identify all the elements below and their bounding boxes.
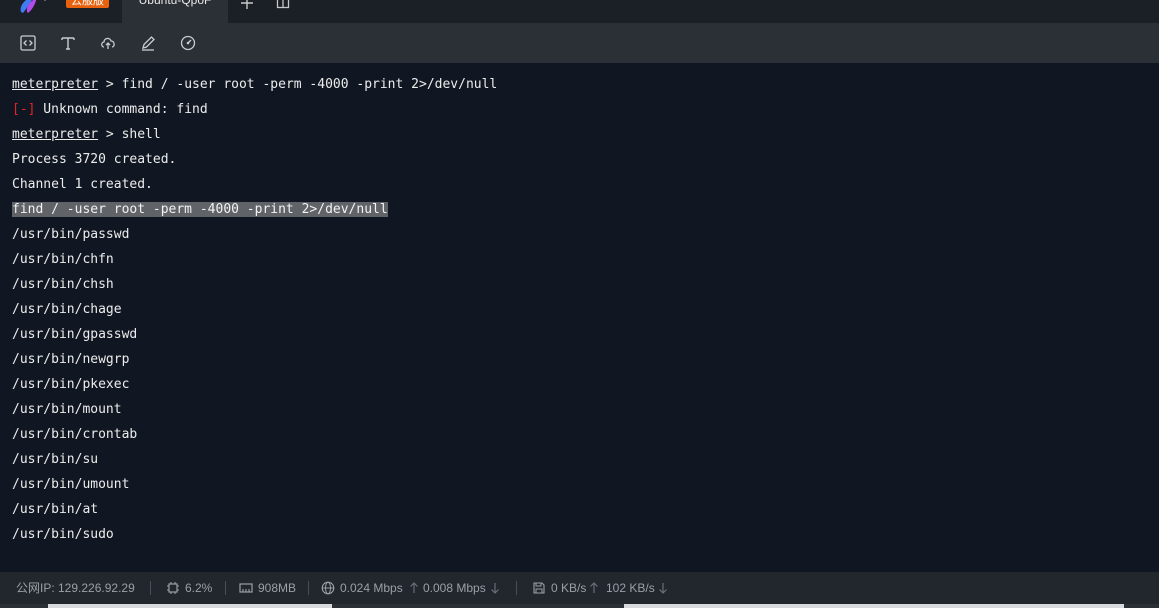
globe-icon	[321, 581, 335, 595]
network-down-text: 0.008 Mbps	[423, 581, 486, 595]
app-logo-icon[interactable]	[17, 0, 39, 14]
tab-ubuntu[interactable]: Ubuntu-QpoF	[122, 0, 228, 23]
terminal-scrollbar[interactable]	[1151, 63, 1159, 572]
code-icon[interactable]	[19, 34, 37, 52]
split-view-icon[interactable]	[276, 0, 290, 9]
arrow-down-icon	[659, 583, 667, 594]
prompt-separator: >	[98, 77, 122, 92]
terminal-line: /usr/bin/chsh	[12, 277, 114, 292]
new-tab-plus-icon[interactable]	[240, 0, 254, 10]
status-divider	[308, 581, 309, 595]
dashboard-icon[interactable]	[179, 34, 197, 52]
edition-badge: 云服版	[66, 0, 109, 8]
bottom-edge	[0, 604, 1159, 608]
status-divider	[516, 581, 517, 595]
toolbar	[0, 23, 1159, 63]
terminal-line: /usr/bin/mount	[12, 402, 122, 417]
terminal-line: meterpreter > find / -user root -perm -4…	[12, 76, 497, 94]
prompt-label: meterpreter	[12, 127, 99, 142]
bottom-edge-highlight	[624, 604, 1124, 608]
public-ip-text: 公网IP: 129.226.92.29	[16, 581, 135, 595]
prompt-separator: >	[98, 127, 122, 142]
status-bar: 公网IP: 129.226.92.29 6.2% 908MB 0.024 Mbp…	[0, 572, 1159, 604]
memory-icon	[239, 583, 253, 593]
terminal-line: /usr/bin/at	[12, 502, 99, 517]
status-divider	[150, 581, 151, 595]
arrow-up-icon	[590, 582, 598, 593]
arrow-down-icon	[491, 583, 499, 594]
terminal-line: Process 3720 created.	[12, 152, 177, 167]
error-tag: [-]	[12, 102, 36, 117]
status-divider	[225, 581, 226, 595]
terminal-line: [-] Unknown command: find	[12, 101, 208, 119]
edit-icon[interactable]	[139, 34, 157, 52]
disk-read-text: 0 KB/s	[551, 581, 587, 595]
arrow-up-icon	[410, 582, 418, 593]
terminal-line: /usr/bin/chfn	[12, 252, 114, 267]
cpu-usage-text: 6.2%	[185, 581, 213, 595]
terminal-line: meterpreter > shell	[12, 126, 161, 144]
network-up-text: 0.024 Mbps	[340, 581, 403, 595]
bottom-edge-highlight	[48, 604, 332, 608]
terminal-line: /usr/bin/sudo	[12, 527, 114, 542]
selected-command-text: find / -user root -perm -4000 -print 2>/…	[12, 202, 388, 217]
terminal-output[interactable]: meterpreter > find / -user root -perm -4…	[0, 63, 1159, 572]
terminal-line: /usr/bin/su	[12, 452, 99, 467]
upload-icon[interactable]	[99, 34, 117, 52]
memory-usage-text: 908MB	[258, 581, 297, 595]
cpu-chip-icon	[167, 582, 179, 594]
text-icon[interactable]	[59, 34, 77, 52]
terminal-line: /usr/bin/umount	[12, 477, 130, 492]
terminal-line: /usr/bin/gpasswd	[12, 327, 138, 342]
terminal-line: /usr/bin/chage	[12, 302, 122, 317]
disk-save-icon	[533, 582, 545, 594]
tab-bar: 云服版 Ubuntu-QpoF	[0, 0, 1159, 23]
terminal-line: Channel 1 created.	[12, 177, 153, 192]
terminal-line-selected: find / -user root -perm -4000 -print 2>/…	[12, 201, 388, 219]
command-text: find / -user root -perm -4000 -print 2>/…	[121, 77, 498, 92]
command-text: shell	[121, 127, 161, 142]
terminal-line: /usr/bin/pkexec	[12, 377, 130, 392]
disk-write-text: 102 KB/s	[606, 581, 655, 595]
terminal-line: /usr/bin/newgrp	[12, 352, 130, 367]
prompt-label: meterpreter	[12, 77, 99, 92]
chevron-down-icon[interactable]	[40, 0, 50, 3]
terminal-line: /usr/bin/passwd	[12, 227, 130, 242]
error-text: Unknown command: find	[35, 102, 208, 117]
terminal-line: /usr/bin/crontab	[12, 427, 138, 442]
